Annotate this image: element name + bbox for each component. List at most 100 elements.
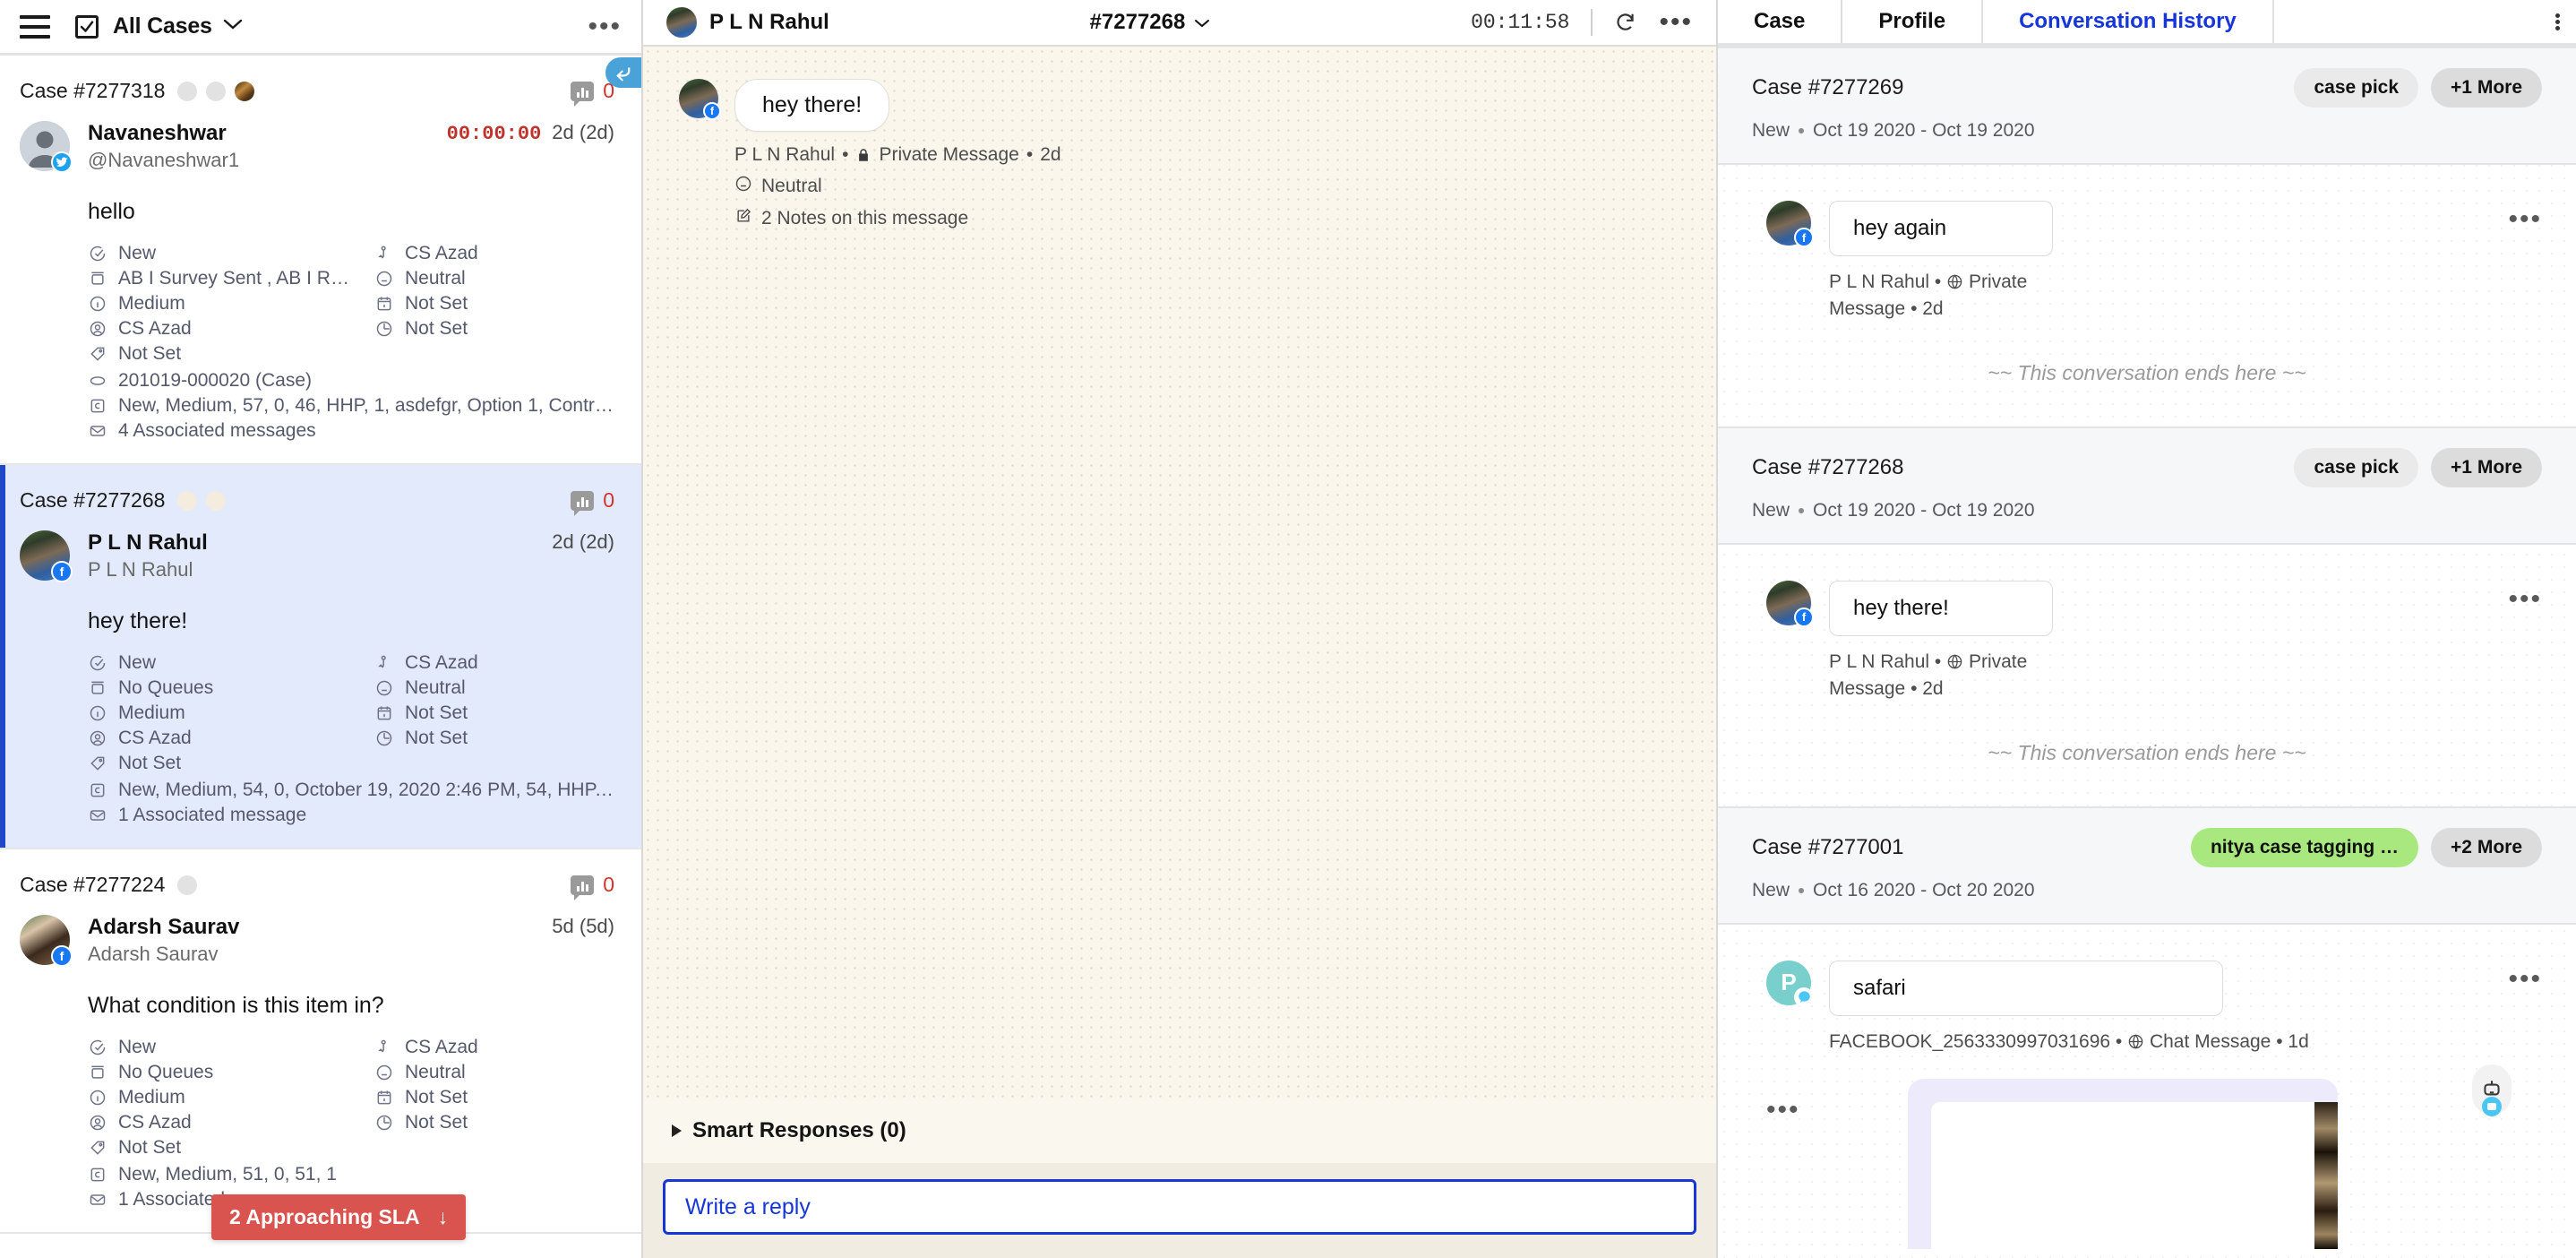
metadata-row: No Queues [88,1060,356,1085]
message-channel: Private Message [879,144,1019,165]
checkbox-icon[interactable] [75,14,99,39]
metadata-row: Neutral [374,676,614,701]
conversation-tags: case pick +1 More [2294,68,2542,108]
chevron-down-icon[interactable] [223,18,243,35]
case-tag[interactable]: case pick [2294,68,2419,108]
metadata-row: Not Set [88,341,356,366]
participant-dot [235,81,255,101]
conversation-history-list[interactable]: Case #7277269 case pick +1 More New Oct … [1718,47,2576,1258]
metadata-left-column: New No Queues Medium CS Azad Not Set [88,651,356,776]
metadata-value: Not Set [405,1112,468,1133]
separator-dot [1799,128,1805,134]
notes-label: 2 Notes on this message [761,208,969,228]
case-card[interactable]: Case #7277268 0 f P L N Rahul P L N Rahu… [0,465,641,849]
metadata-row: Not Set [88,1135,356,1160]
bot-icon[interactable] [2472,1064,2512,1117]
avatar: f [679,79,721,120]
metadata-value: No Queues [118,677,214,698]
count-value: 0 [603,488,614,512]
case-card[interactable]: Case #7277224 0 f Adarsh Saurav Adarsh S… [0,849,641,1234]
metadata-value: New, Medium, 57, 0, 46, HHP, 1, asdefgr,… [118,395,614,416]
tab-profile[interactable]: Profile [1842,0,1984,43]
case-message-count: 0 [571,79,614,107]
contact-name: Adarsh Saurav [88,915,240,939]
conversation-case-top: Case #7277268 case pick +1 More [1752,447,2542,487]
metadata-value: 4 Associated messages [118,420,316,441]
metadata-value: Not Set [405,728,468,748]
conversation-case-id: #7277268 [1089,10,1186,34]
history-message-content: hey again P L N Rahul • Private Message … [1829,201,2481,323]
history-attachment-row: ••• [1718,1056,2576,1250]
case-card[interactable]: Case #7277318 0 Navaneshwar @Navaneshwar… [0,56,641,465]
metadata-value: 1 Associated message [118,805,307,825]
refresh-icon[interactable] [1614,11,1637,34]
attachment-more-icon[interactable]: ••• [1766,1097,1800,1124]
case-age: 2d (2d) [552,121,614,143]
case-tag-more[interactable]: +2 More [2431,827,2542,867]
clock-icon [374,319,394,339]
avatar: f [1766,201,1814,247]
metadata-row: CS Azad [374,241,614,266]
facebook-badge-icon: f [1794,228,1814,247]
metadata-value: New, Medium, 54, 0, October 19, 2020 2:4… [118,780,614,800]
calendar-icon [374,703,394,723]
history-message-more-icon[interactable]: ••• [2508,965,2542,992]
facebook-badge-icon: f [51,561,73,582]
tab-conversation-history[interactable]: Conversation History [1983,0,2274,43]
metadata-value: CS Azad [118,318,192,339]
approaching-sla-badge[interactable]: 2 Approaching SLA ↓ [211,1194,467,1240]
case-list-more-icon[interactable]: ••• [588,13,622,39]
metadata-value: Not Set [405,318,468,339]
note-edit-icon [734,207,752,230]
conversation-case-top: Case #7277269 case pick +1 More [1752,68,2542,108]
tab-case[interactable]: Case [1718,0,1843,43]
history-message-more-icon[interactable]: ••• [2508,206,2542,233]
conversation-more-icon[interactable]: ••• [1659,9,1693,36]
message-thread[interactable]: f hey there! P L N Rahul • Private Messa… [643,47,1716,1102]
separator-dot: • [1911,678,1923,700]
conversation-date-range: Oct 19 2020 - Oct 19 2020 [1813,120,2035,141]
kebab-menu-icon[interactable] [2555,0,2576,43]
history-message-content: safari FACEBOOK_2563330997031696 • Chat … [1829,960,2427,1056]
conversation-end-note: ~~ This conversation ends here ~~ [1988,740,2306,764]
collapse-left-arrow-icon[interactable] [605,57,641,88]
case-id: Case #7277318 [20,79,166,102]
metadata-value: CS Azad [118,728,192,748]
metadata-row: Not Set [88,751,356,776]
count-value: 0 [603,873,614,896]
case-metadata: New No Queues Medium CS Azad Not Set CS … [88,1035,614,1212]
metadata-value: CS Azad [405,652,478,673]
case-card-header: Case #7277224 0 [20,873,614,900]
metadata-value: Medium [118,293,185,314]
clock-icon [374,728,394,748]
case-tag[interactable]: case pick [2294,447,2419,487]
case-metadata: New AB I Survey Sent , AB I Ready… Mediu… [88,241,614,444]
message-notes[interactable]: 2 Notes on this message [734,207,1061,230]
metadata-row: CS Azad [374,1035,614,1060]
hamburger-icon[interactable] [20,14,50,39]
metadata-row: Medium [88,291,356,316]
reply-input[interactable]: Write a reply [663,1179,1696,1235]
queue-icon [88,269,107,289]
history-message-author: P L N Rahul [1829,271,1930,292]
metadata-left-column: New AB I Survey Sent , AB I Ready… Mediu… [88,241,356,366]
sla-label: 2 Approaching SLA [229,1205,420,1228]
case-list[interactable]: Case #7277318 0 Navaneshwar @Navaneshwar… [0,56,641,1258]
case-tag[interactable]: nitya case tagging … [2190,827,2419,867]
attachment-preview[interactable] [1907,1079,2338,1250]
case-tag-more[interactable]: +1 More [2431,68,2542,108]
all-cases-label[interactable]: All Cases [113,13,212,39]
case-contact: Navaneshwar @Navaneshwar1 00:00:00 2d (2d… [88,121,614,172]
history-message-bubble: hey there! [1829,580,2053,636]
status-icon [88,244,107,263]
twitter-badge-icon [51,151,73,173]
metadata-row: 4 Associated messages [88,418,614,444]
smart-responses-toggle[interactable]: Smart Responses (0) [643,1102,1716,1163]
case-tag-more[interactable]: +1 More [2431,447,2542,487]
metadata-value: 201019-000020 (Case) [118,370,312,391]
composer-area: Write a reply [643,1163,1716,1258]
details-panel: Case Profile Conversation History Case #… [1718,0,2576,1258]
history-message-more-icon[interactable]: ••• [2508,585,2542,612]
case-card-header: Case #7277318 0 [20,79,614,107]
conversation-case-selector[interactable]: #7277268 [1090,10,1211,35]
